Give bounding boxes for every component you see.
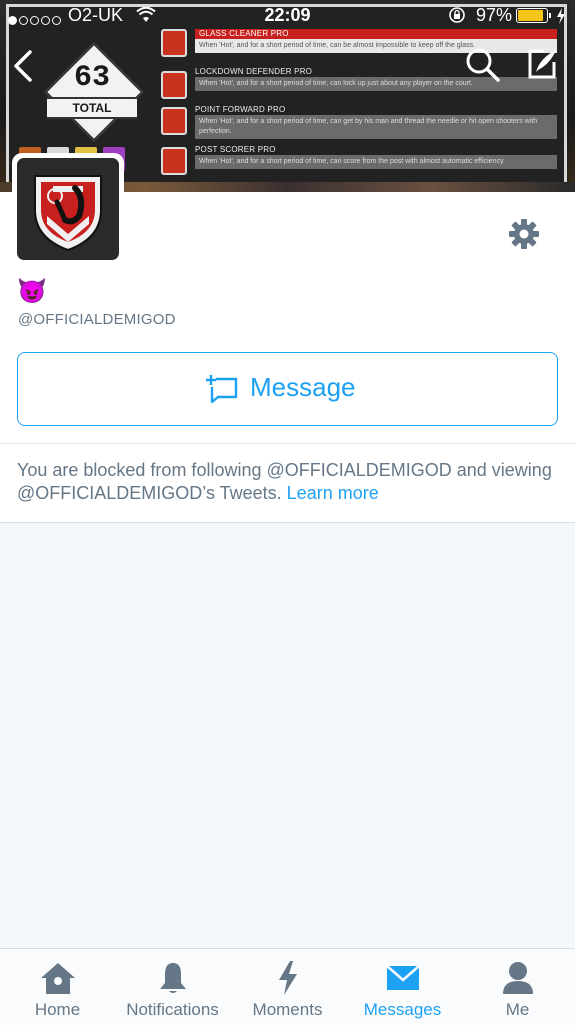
tab-bar: Home Notifications Moments Messages Me (0, 948, 575, 1025)
tab-label: Moments (252, 1000, 323, 1019)
skill-item: GLASS CLEANER PRO When 'Hot', and for a … (195, 29, 557, 53)
battery-icon (516, 8, 548, 23)
envelope-icon (385, 965, 420, 990)
blocked-notice-text: You are blocked from following @OFFICIAL… (17, 460, 552, 503)
charging-bolt-icon (556, 8, 566, 29)
tab-moments[interactable]: Moments (230, 949, 345, 1025)
skill-badge-icon (161, 29, 187, 57)
tab-label: Messages (363, 1000, 442, 1019)
status-bar: O2-UK 22:09 97% (0, 0, 575, 32)
divider (0, 522, 575, 523)
battery-percent: 97% (476, 5, 513, 25)
skill-badge-icon (161, 147, 187, 175)
bell-icon (159, 963, 186, 993)
tab-label: Home (34, 1000, 81, 1019)
skill-badge-icon (161, 71, 187, 99)
message-button-label: Message (250, 372, 356, 402)
search-button[interactable] (464, 46, 502, 84)
settings-button[interactable] (508, 218, 540, 250)
learn-more-link[interactable]: Learn more (287, 483, 379, 503)
skill-item: POST SCORER PRO When 'Hot', and for a sh… (195, 145, 557, 169)
chevron-left-icon (14, 50, 32, 82)
user-handle: @OFFICIALDEMIGOD (18, 311, 176, 328)
display-name: 😈 (17, 278, 47, 305)
compose-tweet-button[interactable] (522, 44, 562, 84)
divider (0, 443, 575, 444)
home-icon (40, 963, 75, 994)
message-button[interactable]: Message (17, 352, 558, 426)
rating-number: 63 (73, 61, 110, 95)
lightning-icon (278, 961, 297, 995)
basketball-shield-icon (34, 175, 102, 252)
compose-icon (528, 49, 556, 79)
skill-item: POINT FORWARD PRO When 'Hot', and for a … (195, 105, 557, 139)
tab-home[interactable]: Home (0, 949, 115, 1025)
tab-messages[interactable]: Messages (345, 949, 460, 1025)
gear-icon (509, 219, 539, 249)
tab-label: Notifications (126, 1000, 219, 1019)
tab-me[interactable]: Me (460, 949, 575, 1025)
tab-notifications[interactable]: Notifications (115, 949, 230, 1025)
avatar[interactable] (12, 153, 124, 265)
new-message-icon (206, 375, 238, 403)
person-icon (502, 962, 533, 994)
rating-badge: 63 TOTAL (43, 41, 144, 142)
skill-badge-icon (161, 107, 187, 135)
back-button[interactable] (8, 46, 38, 86)
blocked-notice: You are blocked from following @OFFICIAL… (17, 459, 557, 505)
rating-label: TOTAL (47, 97, 137, 119)
rotation-lock-icon (448, 6, 466, 29)
search-icon (466, 48, 500, 82)
tab-label: Me (505, 1000, 530, 1019)
skill-item: LOCKDOWN DEFENDER PRO When 'Hot', and fo… (195, 67, 557, 91)
